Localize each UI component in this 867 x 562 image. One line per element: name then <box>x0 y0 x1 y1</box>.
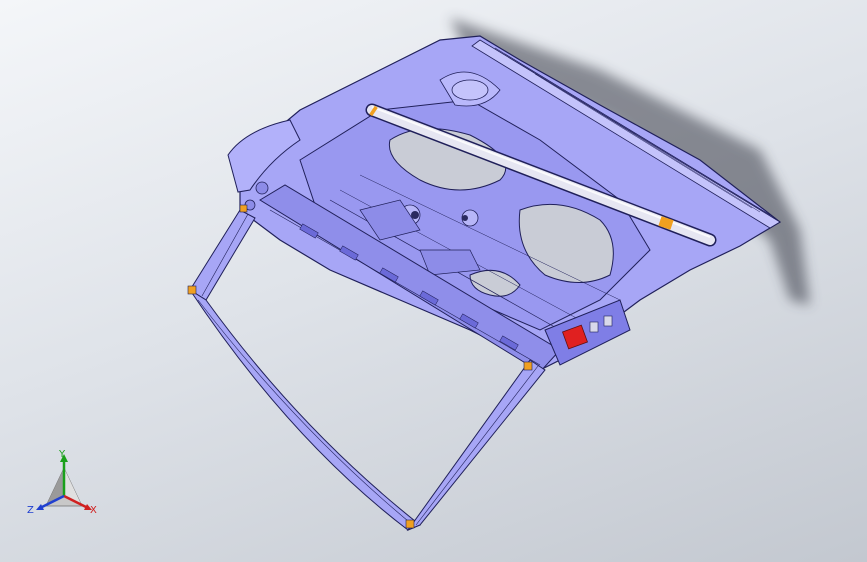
triad-z-label: Z <box>27 505 34 516</box>
triad-y-label: Y <box>59 449 66 460</box>
corner-marker <box>405 519 415 529</box>
corner-marker <box>239 204 248 213</box>
view-orientation-triad[interactable]: Y X Z <box>24 448 104 520</box>
car-trunk-lid-model[interactable] <box>0 0 867 562</box>
corner-marker <box>187 285 197 295</box>
triad-x-label: X <box>90 505 97 516</box>
graphics-viewport[interactable]: Y X Z <box>0 0 867 562</box>
corner-marker <box>523 361 533 371</box>
